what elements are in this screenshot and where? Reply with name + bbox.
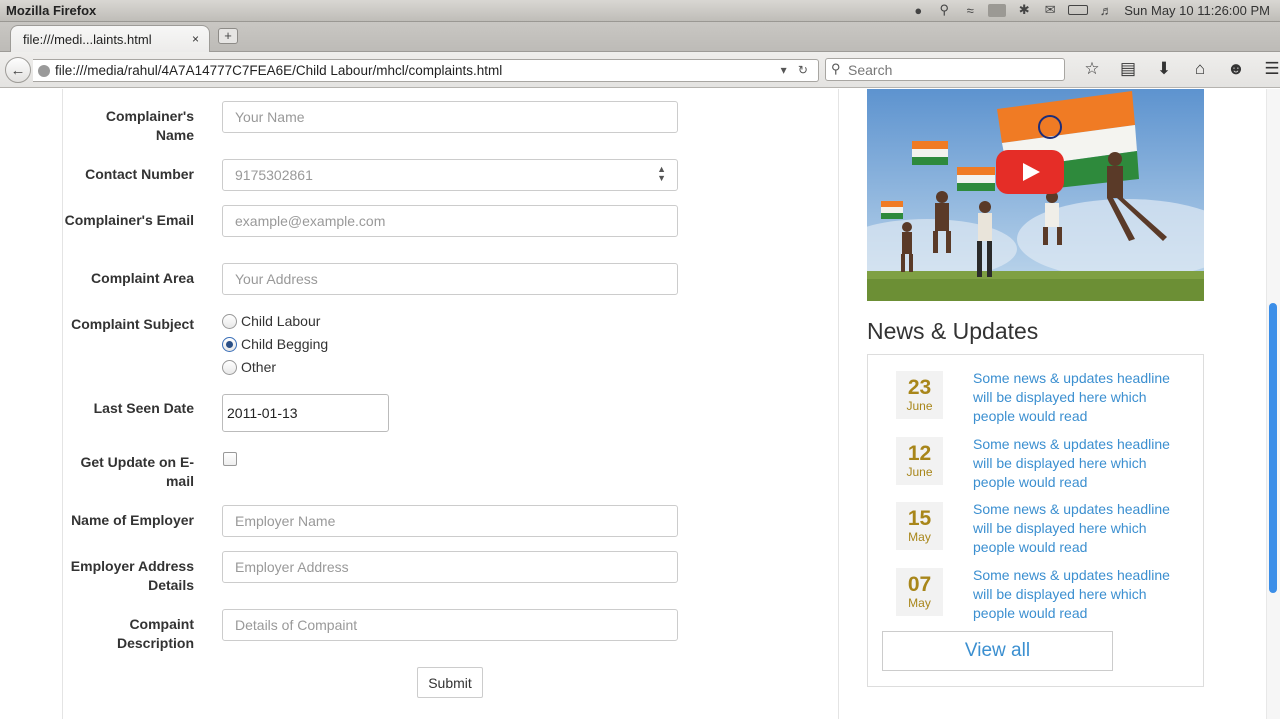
star-icon[interactable]: ☆ [1074,59,1110,79]
radio-circle[interactable] [222,359,237,375]
reading-list-icon[interactable]: ▤ [1110,59,1146,79]
search-icon: ⚲ [831,61,841,76]
mail-icon[interactable]: ✉ [1042,2,1058,18]
news-date-badge: 23 June [896,371,943,419]
email-update-checkbox[interactable] [223,452,237,466]
news-month: June [906,465,933,479]
view-all-button[interactable]: View all [882,631,1113,671]
radio-other[interactable]: Other [222,359,276,375]
system-tray: ● ⚲ ≈ ✱ ✉ ♬ Sun May 10 11:26:00 PM [910,2,1270,18]
employer-input[interactable] [222,505,678,537]
chat-icon[interactable]: ☻ [1218,59,1254,79]
email-label: Complainer's Email [64,212,194,228]
news-day: 23 [907,376,932,399]
news-date-badge: 12 June [896,437,943,485]
employer-address-label: Employer Address Details [70,558,194,593]
radio-circle[interactable] [222,313,237,329]
close-tab-icon[interactable]: × [192,32,199,46]
news-day: 07 [907,573,932,596]
home-icon[interactable]: ⌂ [1182,59,1218,79]
app-name: Mozilla Firefox [6,3,97,18]
radio-label: Other [241,359,277,375]
apple-icon[interactable]: ● [910,2,926,18]
news-headline-link[interactable]: Some news & updates headline will be dis… [973,435,1173,492]
contact-label: Contact Number [85,166,194,182]
news-item[interactable]: 12 June Some news & updates headline wil… [868,435,1205,495]
news-headline-link[interactable]: Some news & updates headline will be dis… [973,566,1173,623]
url-bar[interactable]: file:///media/rahul/4A7A14777C7FEA6E/Chi… [33,59,819,82]
name-label: Complainer's Name [105,108,194,143]
contact-input[interactable] [222,159,678,191]
battery-icon[interactable] [1068,5,1089,15]
search-placeholder: Search [848,62,893,78]
news-item[interactable]: 15 May Some news & updates headline will… [868,500,1205,560]
os-menu-bar: Mozilla Firefox ● ⚲ ≈ ✱ ✉ ♬ Sun May 10 1… [0,0,1280,22]
menu-icon[interactable]: ☰ [1254,59,1280,79]
url-text: file:///media/rahul/4A7A14777C7FEA6E/Chi… [55,63,503,78]
left-divider [62,89,63,719]
radio-child-begging[interactable]: Child Begging [222,336,328,352]
description-label: Compaint Description [116,616,194,651]
date-label: Last Seen Date [93,400,194,416]
radio-circle-selected[interactable] [222,336,237,352]
radio-label: Child Labour [241,313,321,329]
tab-title: file:///medi...laints.html [23,32,152,47]
toolbar-icons: ☆ ▤ ⬇ ⌂ ☻ ☰ [1074,59,1280,79]
youtube-play-icon[interactable] [996,150,1064,194]
url-dropdown-reload-icon[interactable]: ▾ ↻ [781,63,812,77]
employer-address-input[interactable] [222,551,678,583]
area-label: Complaint Area [91,270,194,286]
news-day: 12 [907,442,932,465]
number-stepper-icon[interactable]: ▲ ▼ [657,165,666,183]
column-divider [838,89,839,719]
news-item[interactable]: 23 June Some news & updates headline wil… [868,369,1205,429]
search-input[interactable]: ⚲ Search [825,58,1065,81]
news-headline-link[interactable]: Some news & updates headline will be dis… [973,369,1173,426]
description-input[interactable] [222,609,678,641]
news-month: May [908,530,931,544]
news-month: May [908,596,931,610]
download-icon[interactable]: ⬇ [1146,59,1182,79]
bluetooth-icon[interactable]: ✱ [1016,2,1032,18]
globe-icon [38,65,50,77]
video-thumbnail[interactable] [867,89,1204,301]
news-date-badge: 15 May [896,502,943,550]
page-viewport: Complainer's Name Contact Number ▲▼ Comp… [0,89,1280,719]
new-tab-button[interactable]: + [218,28,238,44]
news-title: News & Updates [867,318,1039,344]
subject-label: Complaint Subject [71,316,194,332]
en-icon[interactable] [988,3,1007,17]
contact-field-wrap: ▲▼ [222,159,678,191]
tab-complaints[interactable]: file:///medi...laints.html × [10,25,210,53]
employer-label: Name of Employer [71,512,194,528]
flag-runners-image [867,89,1204,301]
clock[interactable]: Sun May 10 11:26:00 PM [1124,3,1270,18]
volume-icon[interactable]: ♬ [1098,2,1114,18]
update-label: Get Update on E-mail [80,454,194,489]
radio-child-labour[interactable]: Child Labour [222,313,320,329]
news-day: 15 [907,507,932,530]
back-button[interactable]: ← [5,57,31,83]
back-arrow-icon: ← [10,61,26,79]
tab-strip: file:///medi...laints.html × + [0,22,1280,53]
scrollbar-thumb[interactable] [1269,303,1277,593]
radio-label: Child Begging [241,336,329,352]
news-month: June [906,399,933,413]
news-headline-link[interactable]: Some news & updates headline will be dis… [973,500,1173,557]
wifi-icon[interactable]: ≈ [962,2,978,18]
area-input[interactable] [222,263,678,295]
email-input[interactable] [222,205,678,237]
search-icon[interactable]: ⚲ [936,2,952,18]
submit-button[interactable]: Submit [417,667,483,698]
name-input[interactable] [222,101,678,133]
last-seen-date-input[interactable]: 2011-01-13 [222,394,389,432]
news-date-badge: 07 May [896,568,943,616]
news-item[interactable]: 07 May Some news & updates headline will… [868,566,1205,626]
news-box: 23 June Some news & updates headline wil… [867,354,1204,687]
